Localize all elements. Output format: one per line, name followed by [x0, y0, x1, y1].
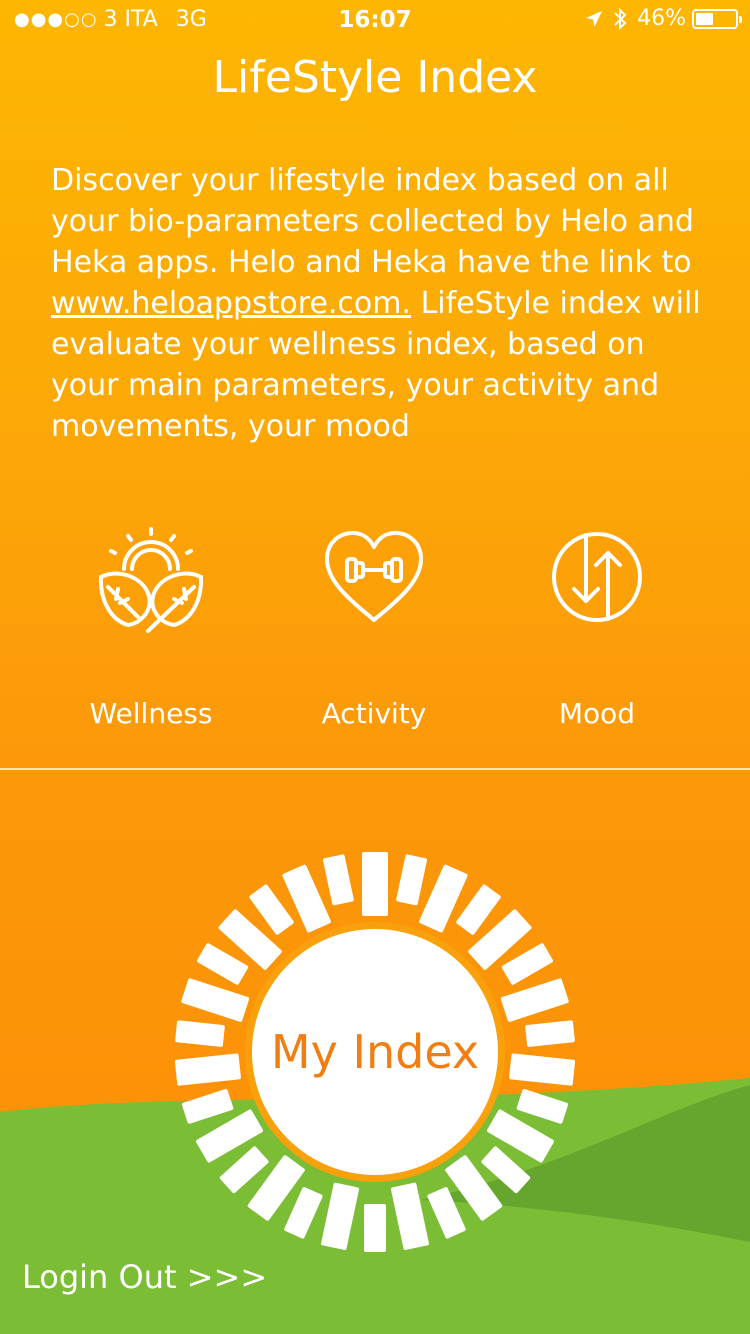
description-part-1: Discover your lifestyle index based on a… [51, 163, 694, 280]
status-bar: ●●●○○ 3 ITA 3G 16:07 46% [0, 0, 750, 40]
heart-dumbbell-icon [325, 531, 423, 622]
sun-ray [362, 852, 388, 916]
sun-ray [181, 1089, 234, 1124]
feature-label-mood: Mood [558, 697, 636, 730]
feature-activity: Activity [274, 525, 474, 730]
login-out-button[interactable]: Login Out >>> [22, 1258, 267, 1296]
sun-ray [175, 1053, 241, 1086]
helo-appstore-link[interactable]: www.heloappstore.com. [51, 286, 411, 321]
bluetooth-icon [614, 7, 627, 30]
sun-ray [323, 854, 354, 906]
sun-ray [181, 978, 250, 1022]
up-down-arrows-icon [552, 532, 642, 622]
sun-ray [390, 1182, 429, 1250]
sun-ray [427, 1187, 466, 1239]
sun-ray [501, 943, 553, 985]
sun-ray [500, 978, 569, 1022]
sun-ray [197, 943, 249, 985]
my-index-button[interactable]: My Index [175, 852, 575, 1252]
sun-ray [284, 1187, 323, 1239]
sun-ray [525, 1020, 575, 1047]
feature-mood: Mood [497, 525, 697, 730]
my-index-label: My Index [270, 1025, 480, 1079]
feature-label-activity: Activity [321, 697, 427, 730]
status-bar-right: 46% [585, 6, 742, 31]
battery-icon [692, 8, 742, 29]
sun-ray [175, 1020, 225, 1047]
sun-ray [364, 1204, 386, 1252]
sun-ray [509, 1053, 575, 1086]
page-title: LifeStyle Index [212, 52, 538, 103]
sun-ray [321, 1182, 360, 1250]
description-text: Discover your lifestyle index based on a… [51, 160, 711, 447]
location-arrow-icon [586, 10, 603, 27]
feature-wellness: Wellness [51, 525, 251, 730]
feature-label-wellness: Wellness [89, 697, 213, 730]
battery-percent: 46% [637, 6, 686, 31]
my-index-circle[interactable]: My Index [252, 929, 498, 1175]
battery-level-fill [696, 12, 713, 25]
wellness-sun-leaves-icon [98, 527, 204, 633]
sun-ray [396, 854, 427, 906]
section-divider [0, 768, 750, 770]
sun-ray [516, 1089, 569, 1124]
